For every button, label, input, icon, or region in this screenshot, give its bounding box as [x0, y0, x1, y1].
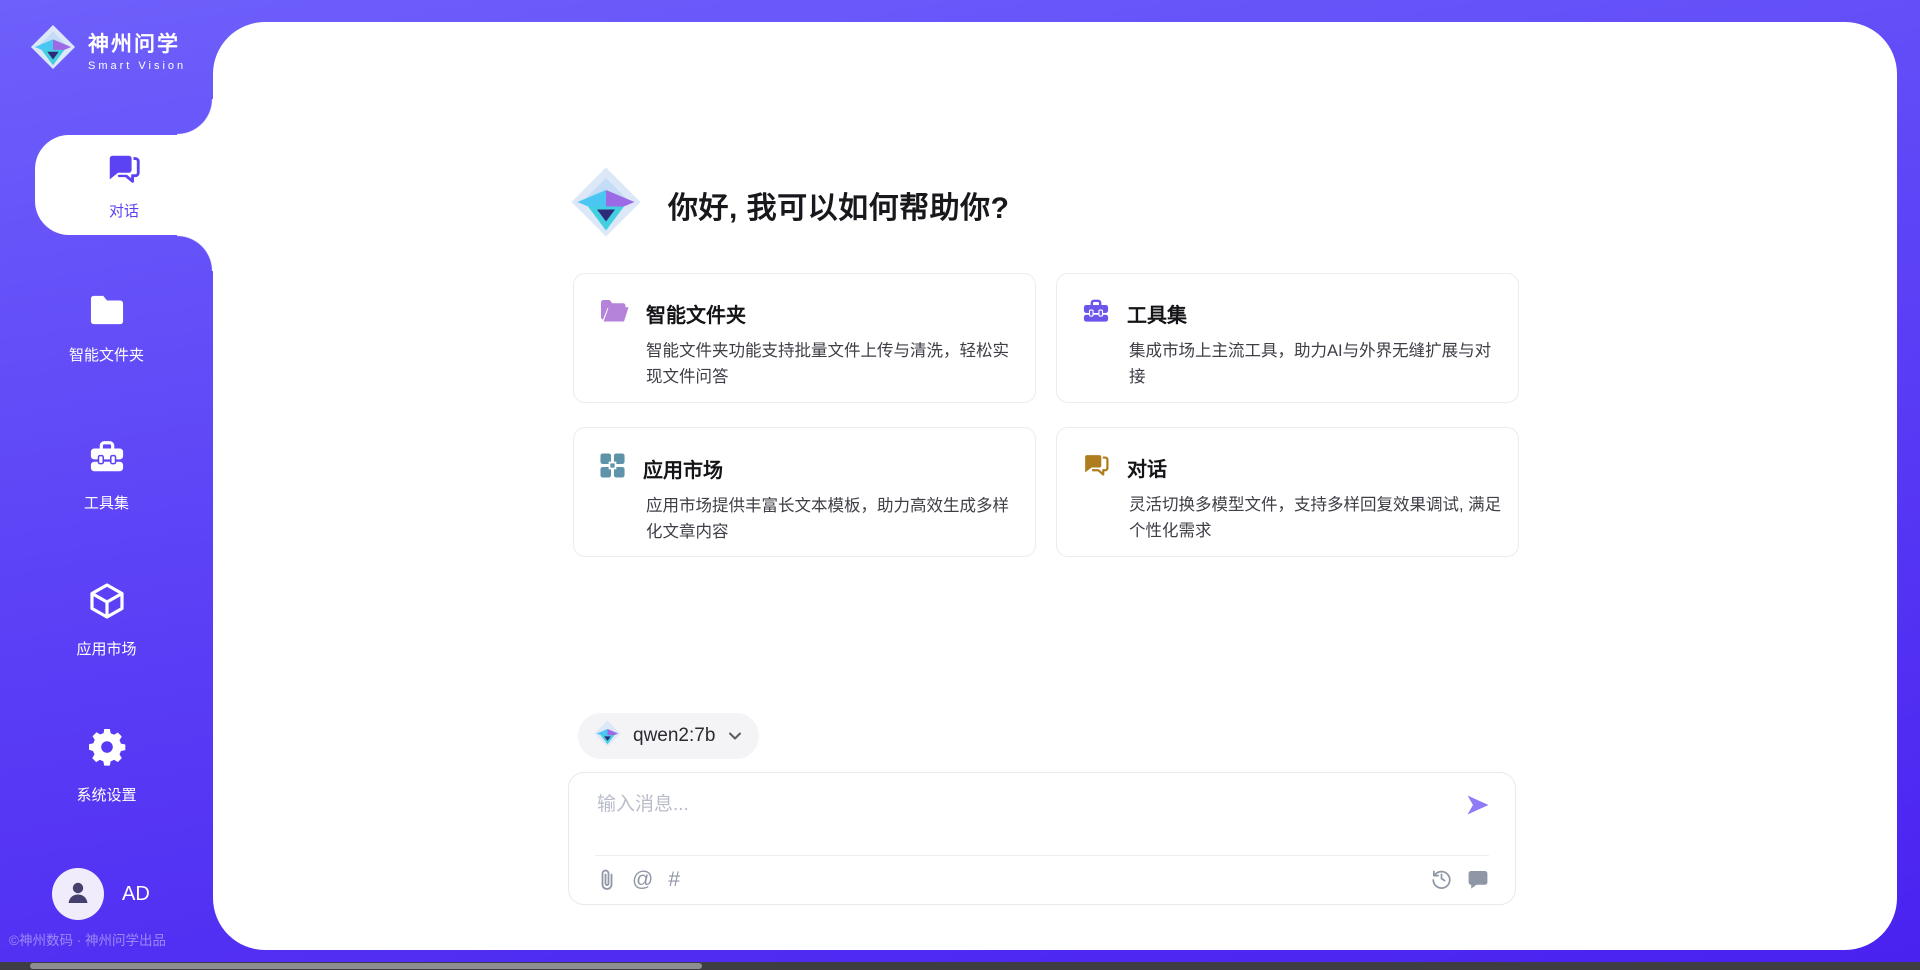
diamond-logo-icon [570, 166, 642, 243]
folder-open-icon [599, 298, 629, 329]
composer-divider [595, 855, 1489, 856]
user-initials: AD [122, 883, 150, 906]
card-title: 智能文件夹 [646, 299, 746, 328]
sidebar-item-label: 应用市场 [76, 638, 136, 659]
chat-bubble-icon[interactable] [1467, 868, 1489, 890]
toolbox-icon [88, 439, 126, 480]
horizontal-scrollbar[interactable] [0, 962, 1920, 970]
sidebar-item-label: 对话 [109, 200, 139, 221]
card-description: 应用市场提供丰富长文本模板，助力高效生成多样化文章内容 [646, 493, 1024, 545]
user-profile[interactable]: AD [52, 868, 150, 920]
scrollbar-thumb[interactable] [30, 963, 702, 969]
card-description: 灵活切换多模型文件，支持多样回复效果调试, 满足个性化需求 [1129, 492, 1507, 544]
card-title: 对话 [1127, 453, 1167, 482]
card-chat[interactable]: 对话 灵活切换多模型文件，支持多样回复效果调试, 满足个性化需求 [1056, 427, 1519, 557]
card-title: 工具集 [1127, 299, 1187, 328]
at-sign-icon[interactable]: @ [632, 867, 653, 893]
sidebar-item-toolset[interactable]: 工具集 [0, 439, 213, 513]
greeting-text: 你好, 我可以如何帮助你? [668, 183, 1010, 227]
card-smart-folder[interactable]: 智能文件夹 智能文件夹功能支持批量文件上传与清洗，轻松实现文件问答 [573, 273, 1036, 403]
brand-subtitle: Smart Vision [88, 60, 186, 72]
sidebar-item-label: 工具集 [84, 492, 129, 513]
briefcase-icon [1082, 298, 1110, 329]
model-selector[interactable]: qwen2:7b [578, 713, 759, 759]
app-root: 神州问学 Smart Vision 对话 智能文件夹 [0, 0, 1920, 970]
cube-icon [87, 581, 127, 626]
tab-fillet-top [177, 99, 213, 135]
send-icon[interactable] [1465, 792, 1491, 818]
model-name: qwen2:7b [633, 725, 715, 747]
sidebar-item-label: 智能文件夹 [69, 344, 144, 365]
gear-icon [87, 727, 127, 772]
tab-fillet-bottom [177, 235, 213, 271]
chat-bubbles-icon [1082, 452, 1110, 483]
message-composer: @ # [568, 772, 1516, 905]
avatar [52, 868, 104, 920]
folder-icon [88, 293, 126, 332]
message-input[interactable] [597, 789, 1457, 847]
chat-icon [105, 150, 143, 193]
diamond-logo-icon [30, 24, 76, 75]
card-app-market[interactable]: 应用市场 应用市场提供丰富长文本模板，助力高效生成多样化文章内容 [573, 427, 1036, 557]
card-toolset[interactable]: 工具集 集成市场上主流工具，助力AI与外界无缝扩展与对接 [1056, 273, 1519, 403]
greeting: 你好, 我可以如何帮助你? [570, 166, 1010, 243]
brand: 神州问学 Smart Vision [30, 24, 186, 75]
grid-icon [599, 452, 626, 484]
card-title: 应用市场 [643, 454, 723, 483]
sidebar-item-chat[interactable]: 对话 [35, 135, 213, 235]
diamond-logo-icon [594, 720, 621, 752]
sidebar-item-app-market[interactable]: 应用市场 [0, 581, 213, 659]
sidebar-item-smart-folder[interactable]: 智能文件夹 [0, 293, 213, 365]
sidebar-footer: ©神州数码 · 神州问学出品 [9, 929, 166, 949]
hash-icon[interactable]: # [668, 867, 680, 893]
card-description: 集成市场上主流工具，助力AI与外界无缝扩展与对接 [1129, 338, 1507, 390]
main-panel: 你好, 我可以如何帮助你? 智能文件夹 智能文件夹功能支持批量文件上传与清洗，轻… [213, 22, 1897, 950]
chevron-down-icon [727, 728, 743, 744]
user-avatar-icon [63, 877, 93, 912]
paperclip-icon[interactable] [597, 868, 617, 892]
card-description: 智能文件夹功能支持批量文件上传与清洗，轻松实现文件问答 [646, 338, 1024, 390]
sidebar-item-settings[interactable]: 系统设置 [0, 727, 213, 805]
brand-title: 神州问学 [88, 28, 186, 58]
history-icon[interactable] [1430, 867, 1453, 890]
sidebar-item-label: 系统设置 [76, 784, 136, 805]
